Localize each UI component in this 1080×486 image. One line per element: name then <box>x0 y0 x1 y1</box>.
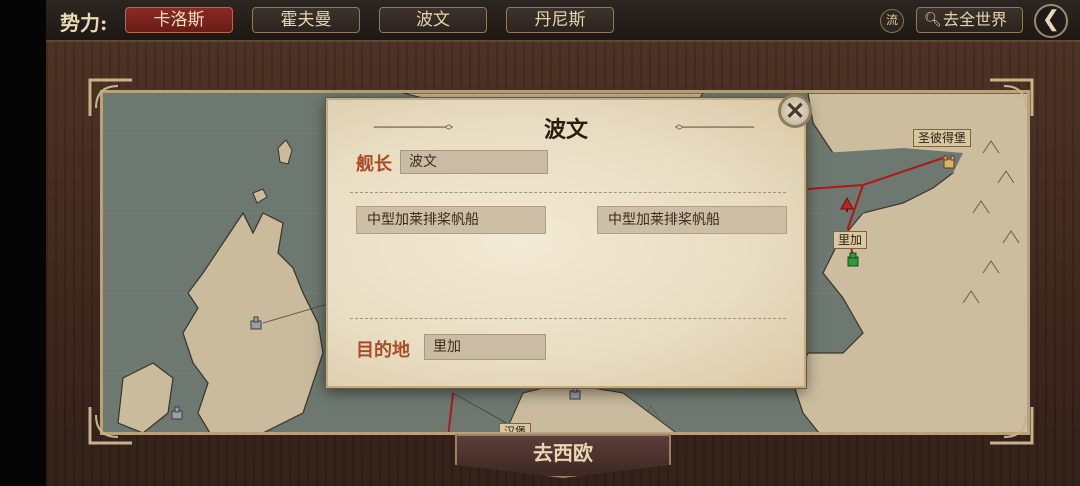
fleet-dialog: 波文 ✕ 舰长 波文 中型加莱排桨帆船 中型加莱排桨帆船 目的地 里加 <box>326 94 812 388</box>
faction-bar: 势力: 卡洛斯 霍夫曼 波文 丹尼斯 流 🔍︎ 去全世界 ❮ <box>46 0 1080 42</box>
city-label-partial[interactable]: 汉堡 <box>499 423 531 432</box>
port-icon[interactable] <box>169 405 185 421</box>
go-world-button[interactable]: 🔍︎ 去全世界 <box>916 7 1023 33</box>
map-corner-ornament <box>88 405 134 445</box>
tab-dennis[interactable]: 丹尼斯 <box>506 7 614 33</box>
map-corner-ornament <box>88 78 134 118</box>
faction-label: 势力: <box>60 11 108 35</box>
ship-slot-1[interactable]: 中型加莱排桨帆船 <box>356 206 546 234</box>
city-label-st-petersburg[interactable]: 圣彼得堡 <box>913 129 972 147</box>
destination-field[interactable]: 里加 <box>424 334 546 360</box>
ship-slot-2[interactable]: 中型加莱排桨帆船 <box>597 206 787 234</box>
go-world-label: 去全世界 <box>943 10 1008 29</box>
back-arrow-icon[interactable]: ❮ <box>1034 4 1068 38</box>
city-label-riga[interactable]: 里加 <box>833 231 868 249</box>
tab-carlos[interactable]: 卡洛斯 <box>125 7 233 33</box>
map-corner-ornament <box>988 405 1034 445</box>
destination-label: 目的地 <box>356 340 410 361</box>
captain-label: 舰长 <box>356 154 392 175</box>
left-black-strip <box>0 0 46 486</box>
red-ship-icon[interactable] <box>839 197 855 213</box>
divider <box>350 192 786 193</box>
castle-icon[interactable] <box>941 153 957 169</box>
close-icon[interactable]: ✕ <box>778 94 812 128</box>
dialog-title: 波文 <box>543 117 588 143</box>
map-corner-ornament <box>988 78 1034 118</box>
divider <box>350 318 786 319</box>
captain-field[interactable]: 波文 <box>400 150 548 174</box>
tab-hoffman[interactable]: 霍夫曼 <box>252 7 360 33</box>
tab-bowen[interactable]: 波文 <box>379 7 487 33</box>
port-icon[interactable] <box>248 315 264 331</box>
search-icon: 🔍︎ <box>924 12 942 28</box>
flow-button[interactable]: 流 <box>880 9 904 33</box>
green-city-icon[interactable] <box>845 251 861 267</box>
